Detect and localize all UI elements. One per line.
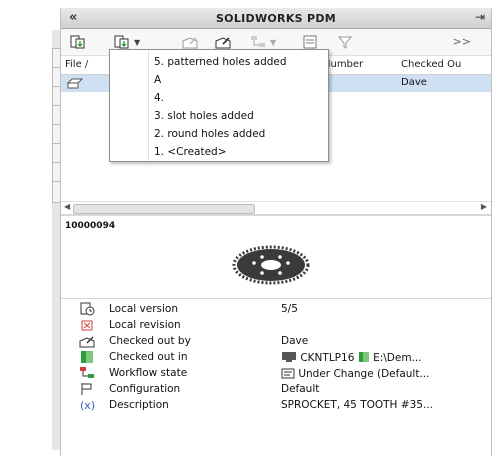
pane-splitter[interactable]: [61, 214, 491, 216]
menu-item-version-2[interactable]: 2. round holes added: [154, 128, 265, 140]
chevron-down-icon[interactable]: ▼: [134, 38, 140, 47]
column-checked-out[interactable]: Checked Ou: [401, 59, 461, 70]
prop-value-workflow: Under Change (Default...: [281, 367, 429, 380]
variable-icon: (x): [80, 399, 95, 412]
scroll-right-icon[interactable]: ▶: [481, 202, 487, 211]
filter-icon: [337, 36, 353, 49]
prop-value: SPROCKET, 45 TOOTH #35...: [281, 399, 433, 411]
configuration-icon: [81, 383, 92, 395]
prop-label: Configuration: [109, 383, 181, 395]
checked-out-in-icon: [81, 351, 93, 363]
horizontal-scrollbar[interactable]: ◀ ▶: [61, 201, 491, 214]
get-version-menu: 5. patterned holes added A 4. 3. slot ho…: [109, 49, 329, 162]
sprocket-preview-image: [232, 245, 310, 285]
local-path: E:\Dem...: [373, 352, 422, 364]
part-icon: [66, 77, 84, 92]
prop-local-version: Local version 5/5: [61, 302, 491, 318]
check-in-icon: [215, 37, 231, 49]
local-version-icon: [80, 302, 95, 316]
prop-label: Checked out by: [109, 335, 191, 347]
check-out-icon: [182, 37, 198, 49]
prop-value: Default: [281, 383, 320, 395]
prop-configuration: Configuration Default: [61, 382, 491, 398]
scroll-left-icon[interactable]: ◀: [64, 202, 70, 211]
workflow-state-icon: [80, 367, 94, 378]
menu-item-version-3[interactable]: 3. slot holes added: [154, 110, 254, 122]
checked-out-by-icon: [79, 336, 95, 348]
column-number[interactable]: Number: [323, 59, 363, 70]
prop-checked-out-in: Checked out in CKNTLP16 E:\Dem...: [61, 350, 491, 366]
prop-local-revision: Local revision: [61, 318, 491, 334]
chevron-down-icon[interactable]: ▼: [270, 38, 276, 47]
menu-item-revision-a[interactable]: A: [154, 74, 161, 86]
local-revision-icon: [81, 320, 93, 331]
pdm-task-pane: « SOLIDWORKS PDM ⇥ ▼ ▼ >> File / Number …: [0, 0, 495, 459]
prop-label: Checked out in: [109, 351, 188, 363]
filter-button[interactable]: [336, 33, 354, 51]
prop-value: 5/5: [281, 303, 298, 315]
prop-value: Dave: [281, 335, 309, 347]
prop-label: Description: [109, 399, 169, 411]
document-number: 10000094: [65, 221, 116, 231]
prop-label: Local version: [109, 303, 179, 315]
prop-workflow-state: Workflow state Under Change (Default...: [61, 366, 491, 382]
workflow-state-value: Under Change (Default...: [298, 368, 430, 380]
prop-checked-out-by: Checked out by Dave: [61, 334, 491, 350]
menu-item-version-1[interactable]: 1. <Created>: [154, 146, 227, 158]
menu-item-version-4[interactable]: 4.: [154, 92, 164, 104]
menu-gutter: [148, 50, 149, 161]
local-folder-icon: [358, 352, 369, 362]
change-state-icon: [251, 36, 265, 47]
workflow-status-icon: [281, 368, 295, 379]
computer-icon: [282, 352, 296, 362]
prop-label: Workflow state: [109, 367, 188, 379]
prop-value-computer: CKNTLP16 E:\Dem...: [281, 351, 422, 364]
panel-title: SOLIDWORKS PDM: [215, 12, 337, 25]
column-file-name[interactable]: File /: [65, 59, 88, 70]
prop-description: (x) Description SPROCKET, 45 TOOTH #35..…: [61, 398, 491, 414]
pin-button[interactable]: ⇥: [475, 10, 485, 24]
checked-out-user: Dave: [401, 77, 427, 88]
get-latest-icon: [70, 35, 85, 49]
svg-text:(x): (x): [80, 399, 95, 412]
scrollbar-thumb[interactable]: [73, 204, 255, 214]
prop-label: Local revision: [109, 319, 181, 331]
more-tools-button[interactable]: >>: [453, 35, 471, 48]
get-latest-button[interactable]: [69, 33, 87, 51]
menu-item-version-5[interactable]: 5. patterned holes added: [154, 56, 287, 68]
computer-name: CKNTLP16: [300, 352, 355, 364]
title-bar: « SOLIDWORKS PDM ⇥: [61, 8, 491, 29]
get-version-icon: [114, 35, 129, 49]
properties-divider: [61, 298, 491, 299]
properties-icon: [303, 35, 317, 49]
